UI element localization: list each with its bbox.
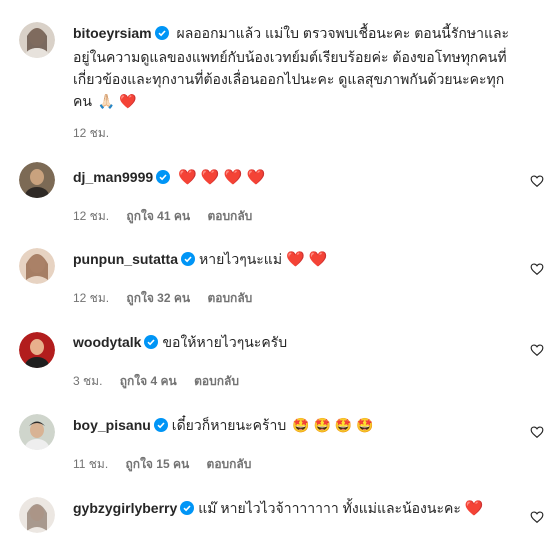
heart-emojis: ❤️ ❤️ ❤️ ❤️ (178, 169, 266, 186)
username[interactable]: woodytalk (73, 334, 141, 350)
caption-body: bitoeyrsiam ผลออกมาแล้ว แม่ใบ ตรวจพบเชื้… (73, 22, 533, 112)
like-count[interactable]: ถูกใจ 32 คน (126, 291, 190, 305)
like-count[interactable]: ถูกใจ 4 คน (120, 374, 177, 388)
verified-badge-icon (154, 24, 169, 46)
like-heart-icon[interactable] (530, 510, 544, 524)
like-heart-icon[interactable] (530, 262, 544, 276)
username[interactable]: bitoeyrsiam (73, 25, 152, 41)
avatar[interactable] (19, 22, 55, 58)
like-heart-icon[interactable] (530, 174, 544, 188)
caption-line: อยู่ในความดูแลของแพทย์กับน้องเวทย์มต์เรี… (73, 49, 507, 65)
timestamp[interactable]: 11 ชม. (73, 457, 108, 471)
comment-meta: 3 ชม. ถูกใจ 4 คน ตอบกลับ (73, 372, 253, 391)
post-meta: 12 ชม. (73, 124, 123, 143)
like-heart-icon[interactable] (530, 343, 544, 357)
caption-line: ผลออกมาแล้ว แม่ใบ ตรวจพบเชื้อนะคะ ตอนนี้… (176, 25, 510, 41)
comment-body: gybzygirlyberry แม๊ หายไวไวจ้าาาาาาา ทั้ง… (73, 497, 533, 521)
comment-meta: 12 ชม. ถูกใจ 41 คน ตอบกลับ (73, 207, 266, 226)
comment-emoji: ❤️ (464, 500, 487, 517)
username[interactable]: punpun_sutatta (73, 251, 178, 267)
reply-button[interactable]: ตอบกลับ (207, 457, 252, 471)
comments-panel: bitoeyrsiam ผลออกมาแล้ว แม่ใบ ตรวจพบเชื้… (0, 0, 560, 541)
comment-meta: 12 ชม. ถูกใจ 32 คน ตอบกลับ (73, 289, 266, 308)
heart-emojis: ❤️ ❤️ (285, 251, 328, 268)
caption-emoji: 🙏🏻 ❤️ (97, 93, 137, 109)
username[interactable]: gybzygirlyberry (73, 500, 177, 516)
comment-text: ขอให้หายไวๆนะครับ (162, 334, 288, 350)
caption-line: เกี่ยวข้องและทุกงานที่ต้องเลื่อนออกไปนะค… (73, 71, 505, 87)
avatar[interactable] (19, 497, 55, 533)
verified-badge-icon (156, 168, 171, 190)
reply-button[interactable]: ตอบกลับ (207, 209, 252, 223)
username[interactable]: dj_man9999 (73, 169, 153, 185)
comment-body: punpun_sutatta หายไวๆนะแม่ ❤️ ❤️ (73, 248, 533, 272)
timestamp[interactable]: 12 ชม. (73, 126, 109, 140)
avatar[interactable] (19, 248, 55, 284)
verified-badge-icon (153, 416, 168, 438)
comment-emoji: ❤️ ❤️ (285, 251, 331, 268)
comment-text: เดี๋ยวก็หายนะคร้าบ (171, 417, 287, 433)
comment-body: dj_man9999 ❤️ ❤️ ❤️ ❤️ (73, 166, 533, 190)
comment-emoji: 🤩 🤩 🤩 🤩 (292, 417, 374, 433)
avatar[interactable] (19, 332, 55, 368)
avatar[interactable] (19, 162, 55, 198)
like-count[interactable]: ถูกใจ 15 คน (126, 457, 190, 471)
comment-meta: 11 ชม. ถูกใจ 15 คน ตอบกลับ (73, 455, 265, 474)
verified-badge-icon (144, 333, 159, 355)
timestamp[interactable]: 12 ชม. (73, 291, 109, 305)
comment-text: แม๊ หายไวไวจ้าาาาาาา ทั้งแม่และน้องนะคะ (198, 500, 461, 516)
avatar[interactable] (19, 414, 55, 450)
timestamp[interactable]: 3 ชม. (73, 374, 102, 388)
caption-line: คน (73, 93, 92, 109)
comment-body: woodytalk ขอให้หายไวๆนะครับ (73, 331, 533, 355)
comment-emoji: ❤️ ❤️ ❤️ ❤️ (178, 169, 268, 186)
comment-body: boy_pisanu เดี๋ยวก็หายนะคร้าบ 🤩 🤩 🤩 🤩 (73, 414, 533, 438)
timestamp[interactable]: 12 ชม. (73, 209, 109, 223)
username[interactable]: boy_pisanu (73, 417, 151, 433)
like-heart-icon[interactable] (530, 425, 544, 439)
reply-button[interactable]: ตอบกลับ (207, 291, 252, 305)
reply-button[interactable]: ตอบกลับ (194, 374, 239, 388)
verified-badge-icon (181, 250, 195, 272)
comment-text: หายไวๆนะแม่ (199, 251, 283, 267)
like-count[interactable]: ถูกใจ 41 คน (126, 209, 190, 223)
verified-badge-icon (180, 499, 195, 521)
heart-emojis: ❤️ (464, 500, 484, 517)
